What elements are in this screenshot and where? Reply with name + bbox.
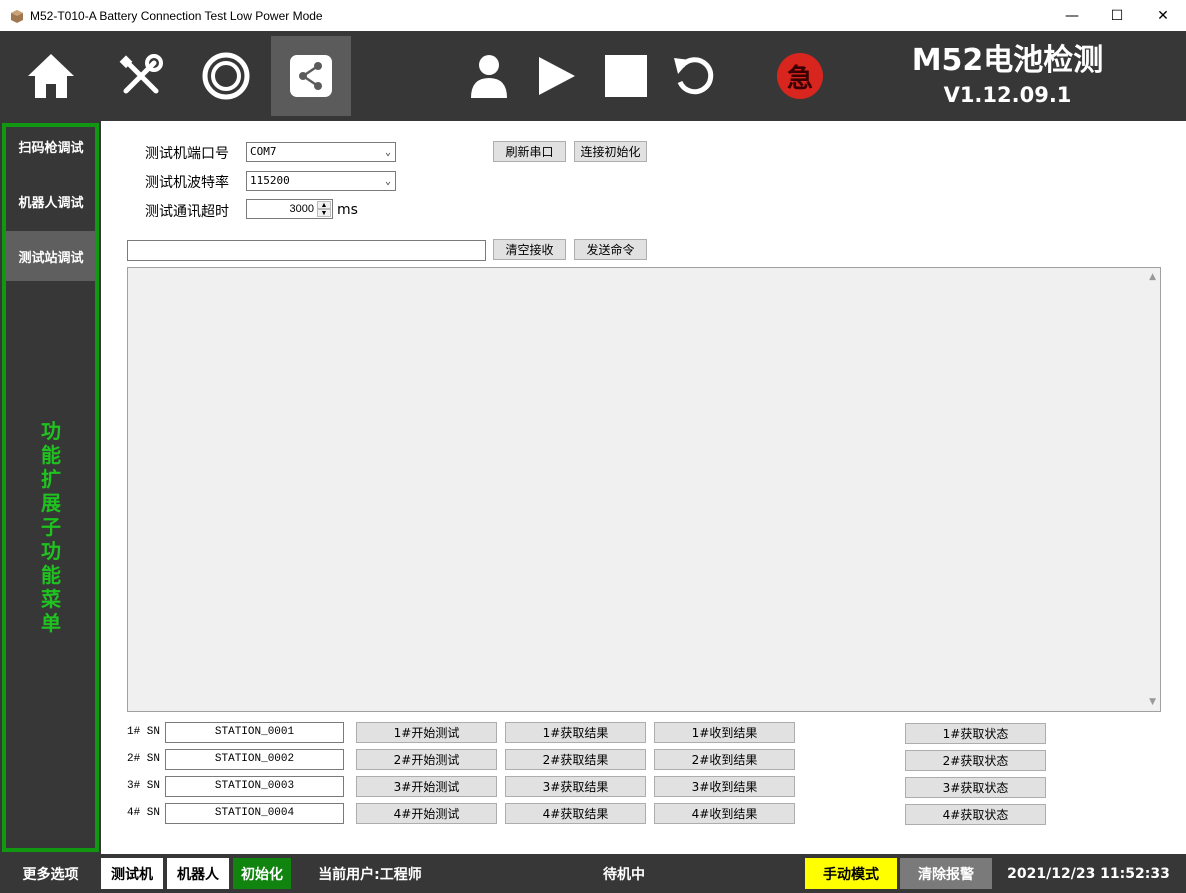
station-2-received-button[interactable]: 2#收到结果 [654,749,795,770]
baud-value: 115200 [250,174,290,187]
machine-state-label: 待机中 [603,866,645,883]
maximize-button[interactable]: ☐ [1094,0,1140,31]
station-2-sn-field[interactable]: STATION_0002 [165,749,344,770]
command-input[interactable] [127,240,486,261]
sidebar-item-scanner[interactable]: 扫码枪调试 [6,121,96,171]
station-2-start-button[interactable]: 2#开始测试 [356,749,497,770]
station-4-label: 4# SN [127,807,161,819]
timeout-unit: ms [337,202,358,218]
baud-label: 测试机波特率 [145,175,229,191]
station-4-received-button[interactable]: 4#收到结果 [654,803,795,824]
tools-button[interactable] [101,36,181,116]
station-4-sn-field[interactable]: STATION_0004 [165,803,344,824]
datetime-label: 2021/12/23 11:52:33 [1007,865,1170,882]
scroll-up-icon[interactable]: ▲ [1149,272,1156,282]
station-3-get-result-button[interactable]: 3#获取结果 [505,776,646,797]
version-label: V1.12.09.1 [943,83,1072,107]
station-4-status-button[interactable]: 4#获取状态 [905,804,1046,825]
reset-icon [674,57,714,95]
station-2-status-button[interactable]: 2#获取状态 [905,750,1046,771]
app-box-icon [11,9,23,23]
play-button[interactable] [517,36,597,116]
brand-name: M52电池检测 [911,43,1104,78]
station-3-received-button[interactable]: 3#收到结果 [654,776,795,797]
timeout-stepper[interactable]: 3000 ▲ ▼ [246,199,333,219]
home-button[interactable] [11,36,91,116]
camera-lens-icon [202,52,250,100]
sidebar-item-robot[interactable]: 机器人调试 [6,176,96,226]
current-user-label: 当前用户:工程师 [318,866,422,883]
station-2-label: 2# SN [127,753,161,765]
camera-button[interactable] [186,36,266,116]
station-1-get-result-button[interactable]: 1#获取结果 [505,722,646,743]
reset-button[interactable] [654,36,734,116]
clear-receive-button[interactable]: 清空接收 [493,239,566,260]
send-command-button[interactable]: 发送命令 [574,239,647,260]
main-toolbar: 急 M52电池检测 V1.12.09.1 [0,31,1186,121]
station-3-sn-field[interactable]: STATION_0003 [165,776,344,797]
sidebar: 扫码枪调试 机器人调试 测试站调试 功能扩展子功能菜单 [0,121,101,854]
station-3-label: 3# SN [127,780,161,792]
status-bar: 更多选项 测试机 机器人 初始化 当前用户:工程师 待机中 手动模式 清除报警 … [0,854,1186,893]
sidebar-vertical-label: 功能扩展子功能菜单 [41,419,61,635]
manual-mode-button[interactable]: 手动模式 [805,858,897,889]
port-select[interactable]: COM7 ⌄ [246,142,396,162]
play-icon [539,57,575,95]
baud-select[interactable]: 115200 ⌄ [246,171,396,191]
station-4-start-button[interactable]: 4#开始测试 [356,803,497,824]
scroll-down-icon[interactable]: ▼ [1149,697,1156,707]
tools-icon [119,54,163,94]
minimize-button[interactable]: — [1049,0,1095,31]
chevron-down-icon: ⌄ [384,176,391,187]
share-icon [290,55,332,97]
station-1-status-button[interactable]: 1#获取状态 [905,723,1046,744]
station-1-start-button[interactable]: 1#开始测试 [356,722,497,743]
spin-up-icon[interactable]: ▲ [317,201,331,209]
station-1-sn-field[interactable]: STATION_0001 [165,722,344,743]
tester-status-badge[interactable]: 测试机 [101,858,163,889]
receive-log[interactable]: ▲ ▼ [127,267,1161,712]
station-4-get-result-button[interactable]: 4#获取结果 [505,803,646,824]
timeout-value: 3000 [289,203,314,215]
station-3-status-button[interactable]: 3#获取状态 [905,777,1046,798]
station-2-get-result-button[interactable]: 2#获取结果 [505,749,646,770]
robot-status-badge[interactable]: 机器人 [167,858,229,889]
sidebar-item-test-station[interactable]: 测试站调试 [6,231,96,281]
refresh-port-button[interactable]: 刷新串口 [493,141,566,162]
main-panel: 测试机端口号 COM7 ⌄ 测试机波特率 115200 ⌄ 测试通讯超时 300… [101,121,1186,854]
station-1-label: 1# SN [127,726,161,738]
connect-init-button[interactable]: 连接初始化 [574,141,647,162]
close-button[interactable]: ✕ [1140,0,1186,31]
timeout-label: 测试通讯超时 [145,204,229,220]
stop-icon [605,55,647,97]
station-1-received-button[interactable]: 1#收到结果 [654,722,795,743]
home-icon [28,54,74,98]
window-title: M52-T010-A Battery Connection Test Low P… [30,8,323,23]
more-options-button[interactable]: 更多选项 [0,854,101,893]
station-3-start-button[interactable]: 3#开始测试 [356,776,497,797]
clear-alarm-button[interactable]: 清除报警 [900,858,992,889]
port-label: 测试机端口号 [145,146,229,162]
port-value: COM7 [250,145,277,158]
user-icon [471,55,507,98]
chevron-down-icon: ⌄ [384,147,391,158]
share-button[interactable] [271,36,351,116]
brand: M52电池检测 V1.12.09.1 [890,41,1125,109]
init-status-badge[interactable]: 初始化 [233,858,291,889]
spin-down-icon[interactable]: ▼ [317,209,331,217]
title-bar: M52-T010-A Battery Connection Test Low P… [0,0,1186,31]
emergency-stop-button[interactable]: 急 [777,53,823,99]
